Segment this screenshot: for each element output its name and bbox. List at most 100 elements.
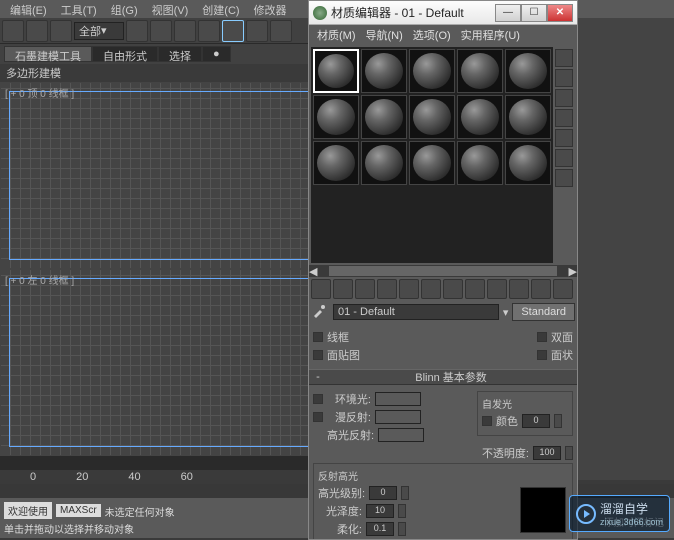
tab-dot[interactable]: ● [202,46,231,62]
spinner-icon[interactable] [398,522,406,536]
face-map-checkbox[interactable] [313,350,323,360]
sample-scrollbar[interactable]: ◀▶ [309,265,577,277]
spec-level-value[interactable]: 0 [369,486,397,500]
tool-window-crossing[interactable] [198,20,220,42]
sphere-icon [317,99,355,135]
sample-slot[interactable] [457,141,503,185]
ambient-swatch[interactable] [375,392,421,406]
menu-group[interactable]: 组(G) [105,2,144,16]
opacity-value[interactable]: 100 [533,446,561,460]
assign-to-selection-button[interactable] [355,279,375,299]
go-forward-button[interactable] [553,279,573,299]
selfillum-color-checkbox[interactable] [482,416,492,426]
sample-slot[interactable] [361,141,407,185]
sphere-icon [318,54,354,88]
material-editor-titlebar[interactable]: 材质编辑器 - 01 - Default — ☐ ✕ [309,1,577,25]
background-button[interactable] [555,89,573,107]
selection-filter[interactable]: 全部▾ [74,22,124,40]
preview-button[interactable] [555,149,573,167]
menu-utilities[interactable]: 实用程序(U) [457,27,524,43]
sample-slot[interactable] [505,95,551,139]
material-type-button[interactable]: Standard [512,303,575,321]
video-check-button[interactable] [555,129,573,147]
material-id-button[interactable] [465,279,485,299]
maxscript-tag[interactable]: MAXScr [56,504,101,517]
menu-edit[interactable]: 编辑(E) [4,2,53,16]
pick-material-button[interactable] [311,303,329,321]
menu-tools[interactable]: 工具(T) [55,2,103,16]
sample-slot[interactable] [505,49,551,93]
show-in-viewport-button[interactable] [487,279,507,299]
blinn-rollup-header[interactable]: -Blinn 基本参数 [309,369,577,385]
menu-material[interactable]: 材质(M) [313,27,360,43]
selfillum-value[interactable]: 0 [522,414,550,428]
soften-value[interactable]: 0.1 [366,522,394,536]
menu-create[interactable]: 创建(C) [196,2,245,16]
sample-type-button[interactable] [555,49,573,67]
tab-graphite[interactable]: 石墨建模工具 [4,46,92,62]
ambient-lock[interactable] [313,394,323,404]
go-to-parent-button[interactable] [531,279,551,299]
spinner-icon[interactable] [565,446,573,460]
show-end-result-button[interactable] [509,279,529,299]
tool-select-region[interactable] [174,20,196,42]
menu-navigation[interactable]: 导航(N) [362,27,407,43]
wire-checkbox[interactable] [313,332,323,342]
viewport-label-left[interactable]: [ + 0 左 0 线框 ] [5,272,74,287]
sample-slot[interactable] [361,49,407,93]
menu-view[interactable]: 视图(V) [146,2,195,16]
maximize-button[interactable]: ☐ [521,4,547,22]
sample-slot[interactable] [505,141,551,185]
viewport-left[interactable]: [ + 0 左 0 线框 ] [0,269,337,456]
tool-redo[interactable] [26,20,48,42]
sample-slot[interactable] [457,49,503,93]
menu-modifiers[interactable]: 修改器 [248,2,293,16]
diffuse-lock[interactable] [313,412,323,422]
diffuse-swatch[interactable] [375,410,421,424]
minimize-button[interactable]: — [495,4,521,22]
sample-slot[interactable] [361,95,407,139]
frame-60: 60 [181,471,193,483]
tab-selection[interactable]: 选择 [158,46,202,62]
polymodel-label[interactable]: 多边形建模 [6,65,61,81]
tab-freeform[interactable]: 自由形式 [92,46,158,62]
dropdown-icon[interactable]: ▾ [503,306,509,319]
sample-slot[interactable] [409,95,455,139]
sample-slot[interactable] [313,141,359,185]
sample-slot[interactable] [457,95,503,139]
spinner-icon[interactable] [401,486,409,500]
viewport-top[interactable]: [ + 0 顶 0 线框 ] [0,82,337,269]
two-sided-checkbox[interactable] [537,332,547,342]
close-button[interactable]: ✕ [547,4,573,22]
viewport-label-top[interactable]: [ + 0 顶 0 线框 ] [5,85,74,100]
reset-map-button[interactable] [377,279,397,299]
sample-slot[interactable] [409,141,455,185]
tool-move[interactable] [222,20,244,42]
menu-options[interactable]: 选项(O) [409,27,455,43]
options-button[interactable] [555,169,573,187]
tool-select[interactable] [126,20,148,42]
tool-link[interactable] [50,20,72,42]
tool-scale[interactable] [270,20,292,42]
faceted-checkbox[interactable] [537,350,547,360]
backlight-button[interactable] [555,69,573,87]
spinner-icon[interactable] [554,414,562,428]
sample-slot[interactable] [409,49,455,93]
sample-uv-button[interactable] [555,109,573,127]
material-name-field[interactable]: 01 - Default [333,304,499,320]
make-copy-button[interactable] [399,279,419,299]
spinner-icon[interactable] [398,504,406,518]
command-panel[interactable] [578,18,674,480]
specular-swatch[interactable] [378,428,424,442]
spec-highlights-title: 反射高光 [318,468,568,483]
put-to-library-button[interactable] [443,279,463,299]
sample-slot-1[interactable] [313,49,359,93]
tool-undo[interactable] [2,20,24,42]
get-material-button[interactable] [311,279,331,299]
glossiness-value[interactable]: 10 [366,504,394,518]
sample-slot[interactable] [313,95,359,139]
tool-select-name[interactable] [150,20,172,42]
make-unique-button[interactable] [421,279,441,299]
tool-rotate[interactable] [246,20,268,42]
put-to-scene-button[interactable] [333,279,353,299]
